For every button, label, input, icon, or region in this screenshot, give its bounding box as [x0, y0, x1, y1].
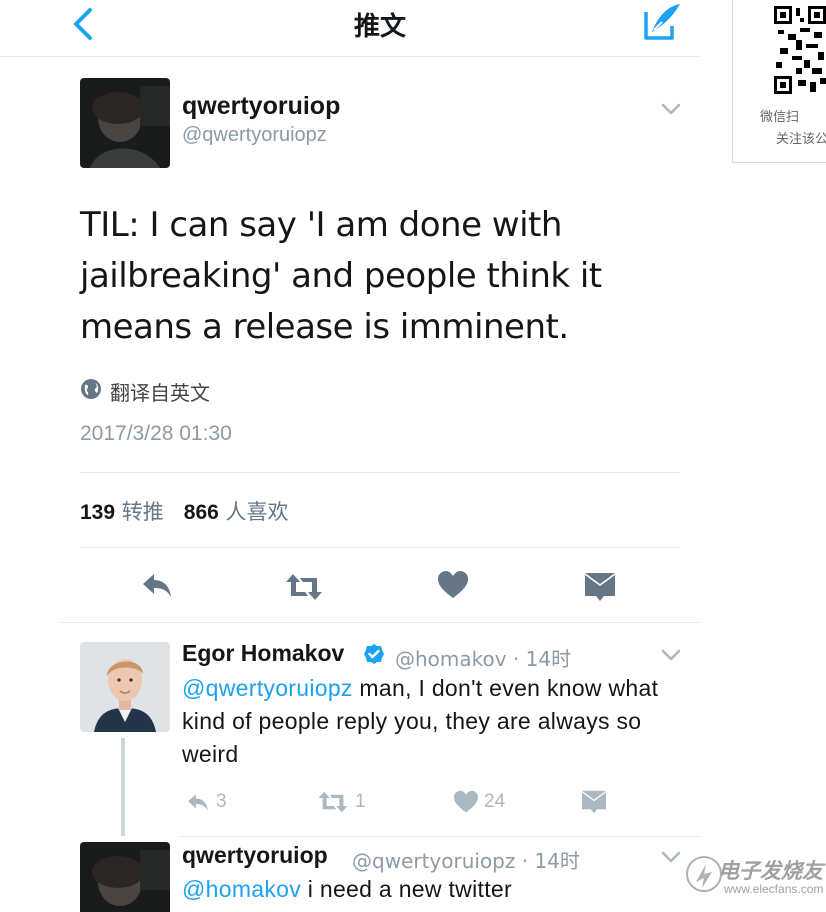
retweet-count: 1: [355, 791, 366, 812]
tweet-timestamp: 2017/3/28 01:30: [80, 422, 232, 445]
verified-badge-icon: [364, 644, 384, 664]
author-avatar[interactable]: [80, 78, 170, 168]
page-title: 推文: [353, 12, 406, 42]
mention-link[interactable]: @qwertyoruiopz: [182, 675, 353, 701]
qr-caption-line1: 微信扫: [760, 110, 800, 125]
reply-avatar[interactable]: [80, 642, 170, 732]
chevron-down-icon[interactable]: [660, 850, 682, 864]
divider: [60, 622, 700, 623]
reply-author-name[interactable]: Egor Homakov: [182, 640, 344, 667]
heart-icon[interactable]: [453, 790, 479, 814]
divider: [80, 547, 680, 548]
reply-icon[interactable]: [140, 568, 174, 602]
reply-icon[interactable]: [184, 790, 212, 814]
author-handle[interactable]: @qwertyoruiopz: [182, 124, 327, 147]
likes-label[interactable]: 人喜欢: [226, 500, 289, 524]
watermark-url: www.elecfans.com: [724, 882, 824, 896]
reply-avatar[interactable]: [80, 842, 170, 912]
globe-icon: [81, 379, 101, 399]
mention-link[interactable]: @homakov: [182, 876, 301, 902]
watermark-brand: 电子发烧友: [718, 859, 823, 883]
qr-code-icon: [774, 4, 826, 94]
reply-text: @qwertyoruiopz man, I don't even know wh…: [182, 672, 682, 771]
retweets-label[interactable]: 转推: [122, 500, 164, 524]
reply-handle-time[interactable]: @homakov · 14时: [395, 643, 571, 672]
like-count: 24: [484, 791, 506, 812]
direct-message-icon[interactable]: [584, 570, 616, 604]
compose-icon[interactable]: [640, 2, 684, 42]
back-chevron-icon[interactable]: [66, 6, 102, 42]
likes-count[interactable]: 866: [184, 501, 219, 524]
tweet-stats: 139 转推 866 人喜欢: [80, 496, 289, 526]
retweet-icon[interactable]: [316, 790, 350, 814]
author-name[interactable]: qwertyoruiop: [182, 92, 340, 121]
heart-icon[interactable]: [437, 568, 469, 602]
thread-line: [121, 738, 125, 836]
reply-count: 3: [216, 791, 227, 812]
chevron-down-icon[interactable]: [660, 102, 682, 116]
reply-handle-time[interactable]: @qwertyoruiopz · 14时: [352, 845, 580, 874]
retweets-count[interactable]: 139: [80, 501, 115, 524]
reply-body: i need a new twitter: [301, 876, 512, 902]
divider: [180, 836, 700, 837]
retweet-icon[interactable]: [284, 570, 324, 604]
reply-author-name[interactable]: qwertyoruiop: [182, 842, 328, 869]
translate-link[interactable]: 翻译自英文: [110, 377, 210, 406]
qr-caption-line2: 关注该公: [776, 132, 826, 147]
reply-text: @homakov i need a new twitter: [182, 873, 512, 906]
divider: [80, 472, 680, 473]
tweet-text: TIL: I can say 'I am done with jailbreak…: [80, 205, 602, 347]
direct-message-icon[interactable]: [581, 790, 607, 814]
chevron-down-icon[interactable]: [660, 648, 682, 662]
